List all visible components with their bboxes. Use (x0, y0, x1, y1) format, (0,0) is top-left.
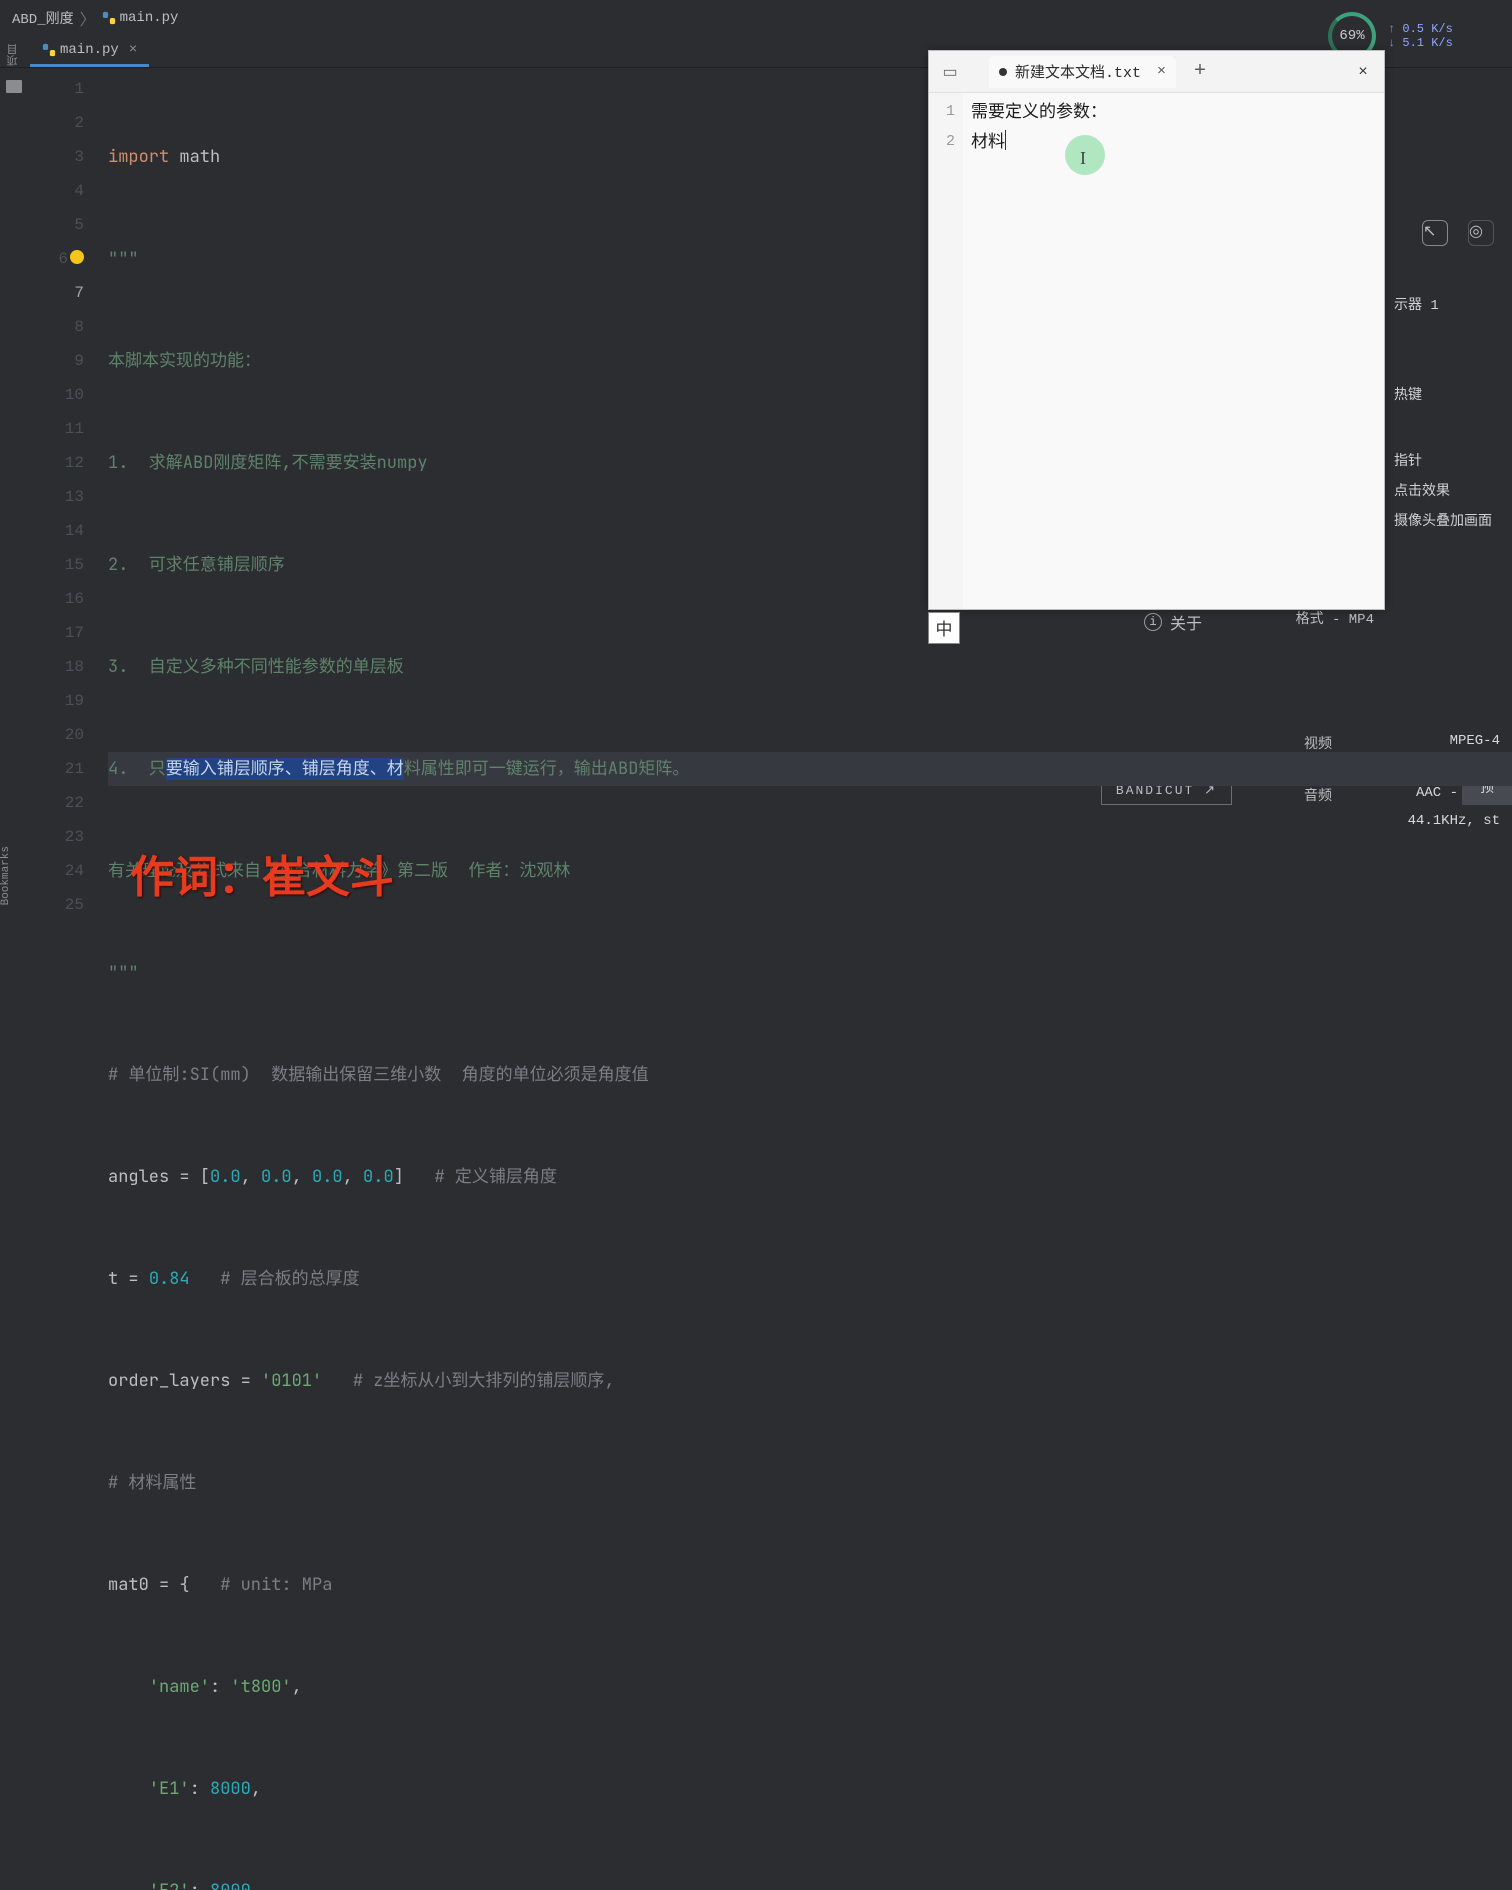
np-line-1: 需要定义的参数： (971, 97, 1376, 127)
notepad-text-area[interactable]: 需要定义的参数： 材料 I (963, 93, 1384, 609)
net-up: 0.5 K/s (1388, 22, 1453, 36)
ln: 20 (28, 718, 84, 752)
notepad-window[interactable]: ▭ 新建文本文档.txt × + × 12 需要定义的参数： 材料 I (928, 50, 1385, 610)
rail-bookmarks-label[interactable]: Bookmarks (0, 846, 12, 905)
ln: 11 (28, 412, 84, 446)
notepad-titlebar[interactable]: ▭ 新建文本文档.txt × + × (929, 51, 1384, 93)
ln: 13 (28, 480, 84, 514)
left-tool-rail[interactable]: 项目 (0, 36, 28, 96)
ln: 6 (28, 242, 84, 276)
notepad-tab[interactable]: 新建文本文档.txt × (989, 56, 1176, 88)
tab-label: main.py (60, 42, 119, 58)
ln-active: 7 (28, 276, 84, 310)
notepad-gutter: 12 (929, 93, 963, 609)
line-gutter: 1 2 3 4 5 6 7 8 9 10 11 12 13 14 15 16 1… (28, 68, 108, 945)
ln: 17 (28, 616, 84, 650)
np-line-2: 材料 (971, 127, 1376, 157)
folder-icon[interactable] (6, 80, 22, 93)
notepad-close-icon[interactable]: × (1342, 63, 1384, 81)
ln: 18 (28, 650, 84, 684)
ln: 9 (28, 344, 84, 378)
net-stats: 0.5 K/s 5.1 K/s (1388, 22, 1453, 50)
ln: 24 (28, 854, 84, 888)
notepad-body[interactable]: 12 需要定义的参数： 材料 I (929, 93, 1384, 609)
ln: 21 (28, 752, 84, 786)
breadcrumb-file[interactable]: main.py (120, 10, 179, 26)
ln: 25 (28, 888, 84, 922)
ln: 3 (28, 140, 84, 174)
breadcrumb-bar: ABD_刚度 〉 main.py (0, 0, 1512, 36)
ln: 16 (28, 582, 84, 616)
lightbulb-icon[interactable] (70, 250, 84, 264)
notepad-add-tab-icon[interactable]: + (1194, 60, 1206, 83)
python-file-icon (102, 11, 116, 25)
notepad-tab-title: 新建文本文档.txt (1015, 61, 1141, 82)
breadcrumb-project[interactable]: ABD_刚度 (12, 8, 74, 28)
notepad-tab-close-icon[interactable]: × (1157, 63, 1166, 80)
ln: 4 (28, 174, 84, 208)
ln: 15 (28, 548, 84, 582)
breadcrumb-sep: 〉 (80, 6, 96, 30)
tab-main-py[interactable]: main.py × (30, 36, 149, 67)
unsaved-dot-icon (999, 68, 1007, 76)
ln: 14 (28, 514, 84, 548)
ln: 12 (28, 446, 84, 480)
ln: 19 (28, 684, 84, 718)
ln: 8 (28, 310, 84, 344)
text-caret (1005, 130, 1006, 150)
net-down: 5.1 K/s (1388, 36, 1453, 50)
bookmarks-rail[interactable]: Bookmarks (0, 846, 24, 905)
text-cursor-icon: I (1080, 143, 1086, 173)
ln: 2 (28, 106, 84, 140)
notepad-app-icon: ▭ (929, 62, 971, 82)
ln: 22 (28, 786, 84, 820)
tab-close-icon[interactable]: × (129, 42, 137, 58)
rail-project-label[interactable]: 项目 (6, 44, 22, 66)
python-file-icon (42, 43, 56, 57)
lyric-overlay-1: 作词：崔文斗 (130, 841, 394, 905)
ln: 5 (28, 208, 84, 242)
ln: 1 (28, 72, 84, 106)
ln: 23 (28, 820, 84, 854)
ln: 10 (28, 378, 84, 412)
ime-indicator[interactable]: 中 (928, 612, 960, 644)
